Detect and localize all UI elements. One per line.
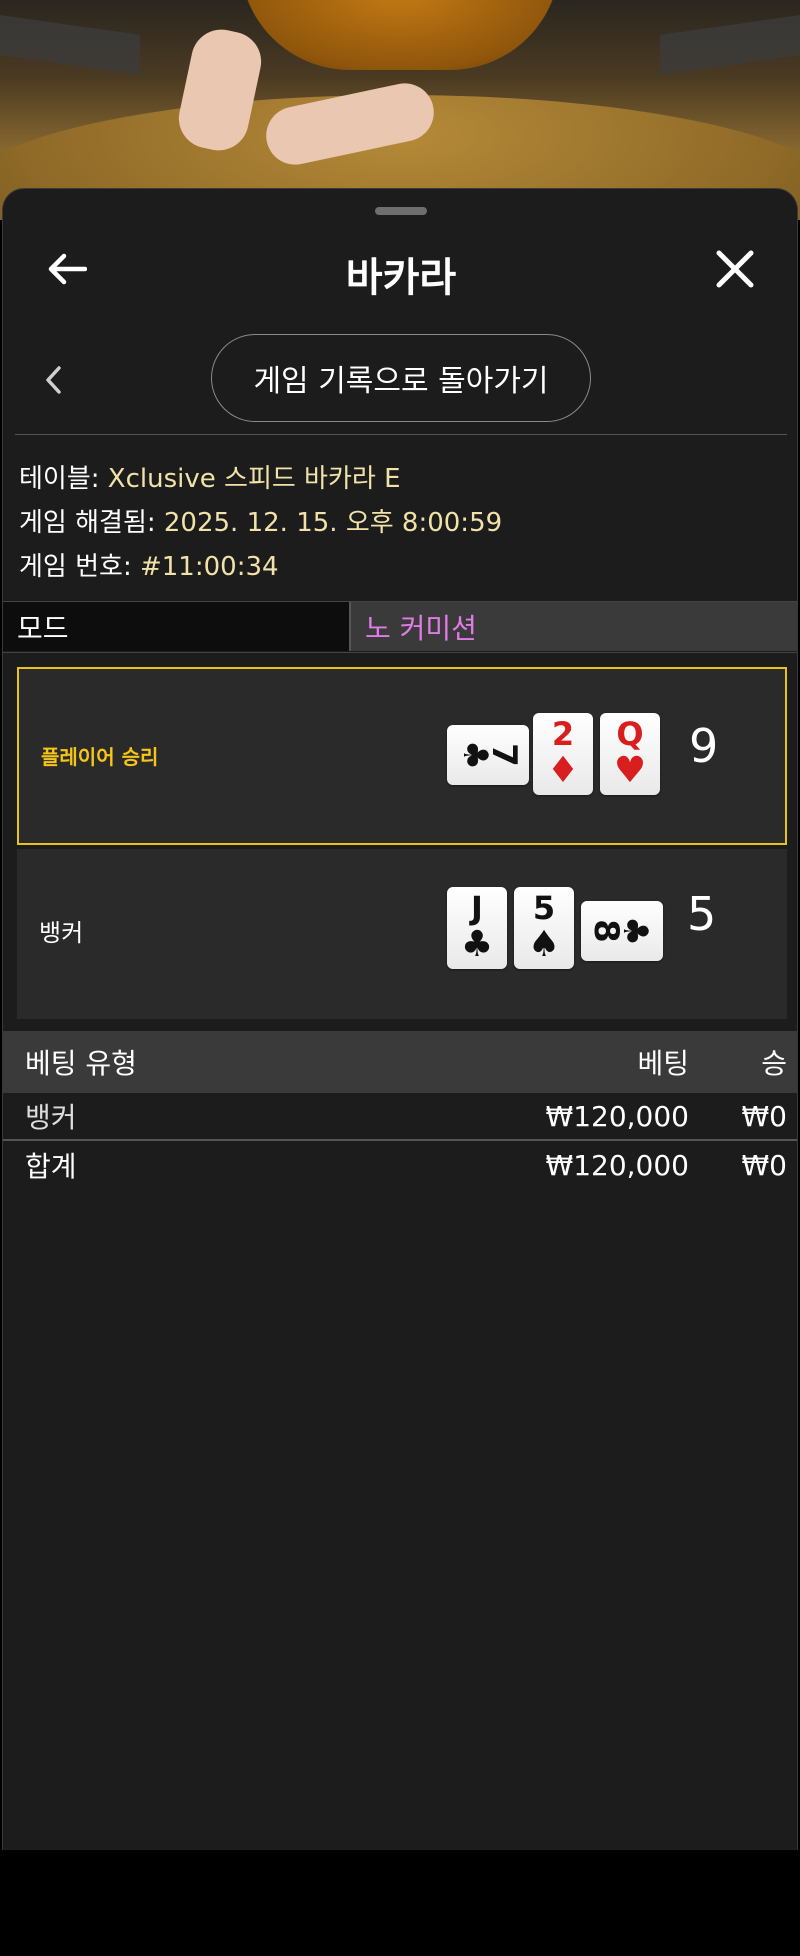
playing-card: Q ♥ bbox=[600, 713, 660, 795]
close-icon[interactable] bbox=[707, 241, 763, 297]
chevron-left-icon[interactable] bbox=[31, 354, 75, 406]
game-number-label: 게임 번호: bbox=[19, 552, 132, 582]
card-suit: ♣ bbox=[460, 924, 494, 965]
table-row: 뱅커 ₩120,000 ₩0 bbox=[3, 1093, 797, 1141]
resolved-value: 2025. 12. 15. 오후 8:00:59 bbox=[163, 508, 503, 538]
win-amount-header: 승 bbox=[761, 1047, 787, 1080]
bets-table: 베팅 유형 베팅 승 뱅커 ₩120,000 ₩0 합계 ₩120,000 ₩0 bbox=[3, 1031, 797, 1189]
live-video-background bbox=[0, 0, 800, 220]
banker-result: 뱅커 J ♣ 5 ♠ 8 ♣ 5 bbox=[17, 849, 787, 1019]
mode-value: 노 커미션 bbox=[351, 602, 797, 651]
bet-amount-cell: ₩120,000 bbox=[545, 1099, 689, 1133]
card-rank: 2 bbox=[551, 715, 575, 753]
player-result: 플레이어 승리 ♣ 7 2 ♦ Q ♥ 9 bbox=[17, 667, 787, 845]
bet-type-header: 베팅 유형 bbox=[25, 1047, 137, 1080]
back-to-history-button[interactable]: 게임 기록으로 돌아가기 bbox=[211, 334, 591, 422]
playing-card: J ♣ bbox=[447, 887, 507, 969]
bottom-bar bbox=[0, 1850, 800, 1956]
resolved-info-row: 게임 해결됨: 2025. 12. 15. 오후 8:00:59 bbox=[19, 501, 779, 545]
card-rank: J bbox=[471, 889, 483, 927]
game-number-value: #11:00:34 bbox=[139, 552, 279, 582]
total-win: ₩0 bbox=[741, 1148, 788, 1182]
win-amount-cell: ₩0 bbox=[741, 1099, 788, 1133]
table-rail-left bbox=[0, 15, 140, 75]
player-score: 9 bbox=[689, 719, 719, 773]
history-nav: 게임 기록으로 돌아가기 bbox=[3, 334, 797, 429]
banker-result-label: 뱅커 bbox=[39, 919, 84, 947]
sheet-header: 바카라 bbox=[3, 229, 797, 309]
card-suit: ♦ bbox=[546, 750, 580, 791]
bet-type-cell: 뱅커 bbox=[25, 1101, 77, 1134]
card-suit: ♥ bbox=[613, 750, 647, 791]
player-result-label: 플레이어 승리 bbox=[41, 745, 159, 769]
dealer-torso bbox=[240, 0, 560, 70]
playing-card: 8 ♣ bbox=[581, 901, 663, 961]
mode-row: 모드 노 커미션 bbox=[3, 601, 797, 653]
playing-card: 2 ♦ bbox=[533, 713, 593, 795]
divider bbox=[15, 434, 787, 435]
total-label: 합계 bbox=[25, 1150, 77, 1183]
game-number-row: 게임 번호: #11:00:34 bbox=[19, 545, 779, 589]
table-info-row: 테이블: Xclusive 스피드 바카라 E bbox=[19, 457, 779, 501]
playing-card: 5 ♠ bbox=[514, 887, 574, 969]
game-history-sheet: 바카라 게임 기록으로 돌아가기 테이블: Xclusive 스피드 바카라 E… bbox=[2, 188, 798, 1850]
total-row: 합계 ₩120,000 ₩0 bbox=[3, 1141, 797, 1189]
table-value: Xclusive 스피드 바카라 E bbox=[107, 464, 401, 494]
card-rank: 5 bbox=[532, 889, 556, 927]
card-suit: ♣ bbox=[614, 915, 655, 947]
card-suit: ♠ bbox=[527, 924, 561, 965]
table-rail-right bbox=[660, 15, 800, 75]
playing-card: ♣ 7 bbox=[447, 725, 529, 785]
sheet-grabber[interactable] bbox=[375, 207, 427, 215]
mode-label: 모드 bbox=[3, 602, 351, 651]
total-bet: ₩120,000 bbox=[545, 1148, 689, 1182]
game-info: 테이블: Xclusive 스피드 바카라 E 게임 해결됨: 2025. 12… bbox=[19, 457, 779, 589]
table-label: 테이블: bbox=[19, 464, 100, 494]
bet-amount-header: 베팅 bbox=[637, 1047, 689, 1080]
banker-score: 5 bbox=[687, 887, 717, 941]
card-rank: Q bbox=[616, 715, 644, 753]
card-rank: 7 bbox=[484, 743, 525, 767]
resolved-label: 게임 해결됨: bbox=[19, 508, 156, 538]
bets-table-header: 베팅 유형 베팅 승 bbox=[3, 1031, 797, 1093]
page-title: 바카라 bbox=[345, 255, 457, 301]
